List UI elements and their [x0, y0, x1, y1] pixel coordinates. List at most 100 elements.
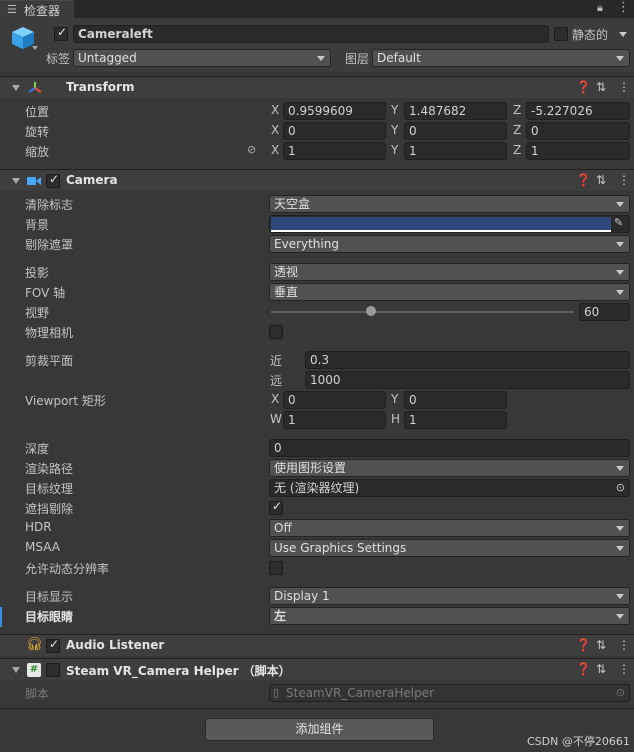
- context-menu-icon[interactable]: ⋮: [618, 638, 630, 652]
- help-icon[interactable]: ❓: [576, 173, 591, 187]
- viewport-x-field[interactable]: 0: [283, 391, 386, 409]
- preset-icon[interactable]: ⇅: [596, 638, 606, 652]
- target-texture-field[interactable]: 无 (渲染器纹理) ⊙: [269, 479, 630, 497]
- rotation-y-axis[interactable]: Y: [391, 123, 398, 137]
- layer-dropdown[interactable]: Default: [372, 49, 630, 67]
- position-z-axis[interactable]: Z: [513, 103, 521, 117]
- rotation-z-field[interactable]: 0: [526, 122, 630, 140]
- position-y-axis[interactable]: Y: [391, 103, 398, 117]
- far-label: 远: [270, 374, 283, 388]
- occlusion-culling-checkbox[interactable]: ✓: [269, 499, 283, 515]
- audio-listener-header[interactable]: 🎧︎ ✓ Audio Listener ❓ ⇅ ⋮: [0, 634, 634, 656]
- viewport-y-field[interactable]: 0: [404, 391, 507, 409]
- position-x-axis[interactable]: X: [271, 103, 279, 117]
- help-icon[interactable]: ❓: [576, 638, 591, 652]
- menu-icon[interactable]: ⋮: [617, 0, 630, 15]
- msaa-dropdown[interactable]: Use Graphics Settings: [269, 539, 630, 557]
- fov-slider-thumb[interactable]: [365, 306, 376, 316]
- rotation-x-field[interactable]: 0: [283, 122, 386, 140]
- add-component-button[interactable]: 添加组件: [205, 718, 434, 741]
- steam-vr-header[interactable]: # Steam VR_Camera Helper （脚本） ❓ ⇅ ⋮: [0, 658, 634, 680]
- position-x-field[interactable]: 0.9599609: [283, 102, 386, 120]
- chevron-down-icon: [616, 56, 624, 61]
- context-menu-icon[interactable]: ⋮: [618, 662, 630, 676]
- background-label: 背景: [25, 218, 50, 232]
- camera-header[interactable]: ✓ Camera ❓ ⇅ ⋮: [0, 169, 634, 191]
- viewport-h-field[interactable]: 1: [404, 411, 507, 429]
- inspector-icon: ☰: [7, 3, 17, 16]
- help-icon[interactable]: ❓: [576, 662, 591, 676]
- script-field: ▯ SteamVR_CameraHelper ⊙: [269, 684, 630, 702]
- physical-camera-checkbox[interactable]: [269, 325, 283, 339]
- scale-x-field[interactable]: 1: [283, 142, 386, 160]
- foldout-arrow-icon[interactable]: [12, 85, 20, 91]
- object-picker-icon: ⊙: [615, 686, 625, 699]
- fov-axis-dropdown[interactable]: 垂直: [269, 283, 630, 301]
- active-toggle[interactable]: ✓: [54, 25, 68, 41]
- chevron-down-icon: [616, 270, 624, 275]
- target-display-dropdown[interactable]: Display 1: [269, 587, 630, 605]
- msaa-label: MSAA: [25, 540, 60, 554]
- projection-dropdown[interactable]: 透视: [269, 263, 630, 281]
- camera-icon: [27, 177, 41, 185]
- eyedropper-icon[interactable]: ✎: [614, 216, 623, 229]
- far-field[interactable]: 1000: [305, 371, 630, 389]
- clear-flags-dropdown[interactable]: 天空盒: [269, 195, 630, 213]
- dynamic-resolution-checkbox[interactable]: [269, 561, 283, 575]
- object-name-field[interactable]: Cameraleft: [73, 25, 549, 43]
- background-color-field[interactable]: ✎: [269, 215, 630, 233]
- fov-axis-label: FOV 轴: [25, 286, 66, 300]
- viewport-w-axis[interactable]: W: [270, 412, 282, 426]
- fov-value-field[interactable]: 60: [579, 303, 630, 321]
- scale-label: 缩放: [25, 145, 50, 159]
- foldout-arrow-icon[interactable]: [12, 178, 20, 184]
- rotation-z-axis[interactable]: Z: [513, 123, 521, 137]
- steam-vr-checkbox[interactable]: [46, 663, 60, 677]
- divider: [0, 708, 634, 709]
- position-y-field[interactable]: 1.487682: [404, 102, 507, 120]
- cube-dropdown-arrow-icon[interactable]: [32, 46, 38, 50]
- viewport-y-axis[interactable]: Y: [391, 392, 398, 406]
- target-eye-value: 左: [274, 609, 287, 623]
- scale-y-axis[interactable]: Y: [391, 143, 398, 157]
- viewport-x-axis[interactable]: X: [271, 392, 279, 406]
- scale-z-field[interactable]: 1: [526, 142, 630, 160]
- link-icon[interactable]: ⊘: [247, 143, 256, 156]
- chevron-down-icon: [616, 614, 624, 619]
- help-icon[interactable]: ❓: [576, 80, 591, 94]
- watermark: CSDN @不停20661: [527, 735, 630, 748]
- scale-y-field[interactable]: 1: [404, 142, 507, 160]
- hdr-dropdown[interactable]: Off: [269, 519, 630, 537]
- tag-dropdown[interactable]: Untagged: [73, 49, 331, 67]
- scale-z-axis[interactable]: Z: [513, 143, 521, 157]
- tab-inspector[interactable]: ☰ 检查器: [0, 0, 74, 18]
- rotation-y-field[interactable]: 0: [404, 122, 507, 140]
- lock-icon[interactable]: 🔒︎: [597, 1, 603, 15]
- target-eye-dropdown[interactable]: 左: [269, 607, 630, 625]
- static-checkbox[interactable]: [554, 27, 568, 41]
- transform-header[interactable]: Transform ❓ ⇅ ⋮: [0, 76, 634, 98]
- viewport-w-field[interactable]: 1: [283, 411, 386, 429]
- camera-enabled-checkbox[interactable]: ✓: [46, 172, 60, 188]
- culling-mask-dropdown[interactable]: Everything: [269, 235, 630, 253]
- rotation-x-axis[interactable]: X: [271, 123, 279, 137]
- static-dropdown-arrow-icon[interactable]: [619, 32, 627, 37]
- rendering-path-dropdown[interactable]: 使用图形设置: [269, 459, 630, 477]
- object-picker-icon[interactable]: ⊙: [616, 480, 625, 496]
- context-menu-icon[interactable]: ⋮: [618, 173, 630, 187]
- audio-listener-checkbox[interactable]: ✓: [46, 637, 60, 653]
- fov-slider-track[interactable]: [271, 311, 574, 313]
- chevron-down-icon: [616, 526, 624, 531]
- script-file-icon: ▯: [273, 686, 280, 699]
- foldout-arrow-icon[interactable]: [12, 667, 20, 673]
- scale-x-axis[interactable]: X: [271, 143, 279, 157]
- depth-field[interactable]: 0: [269, 439, 630, 457]
- position-label: 位置: [25, 105, 50, 119]
- near-field[interactable]: 0.3: [305, 351, 630, 369]
- context-menu-icon[interactable]: ⋮: [618, 80, 630, 94]
- preset-icon[interactable]: ⇅: [596, 662, 606, 676]
- viewport-h-axis[interactable]: H: [391, 412, 400, 426]
- preset-icon[interactable]: ⇅: [596, 80, 606, 94]
- position-z-field[interactable]: -5.227026: [526, 102, 630, 120]
- preset-icon[interactable]: ⇅: [596, 173, 606, 187]
